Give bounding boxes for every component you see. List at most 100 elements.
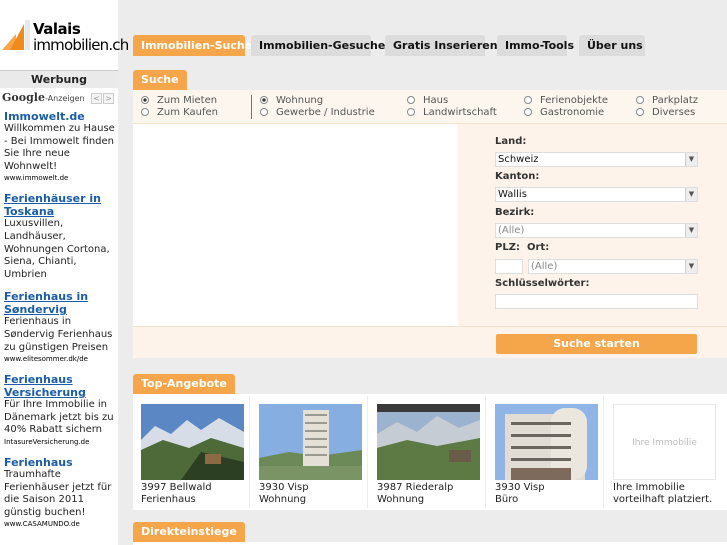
radio-haus[interactable]: Haus [407, 95, 448, 106]
land-label: Land: [495, 136, 527, 147]
tab-immobilien-gesuche[interactable]: Immobilien-Gesuche [251, 35, 385, 56]
radio-icon [141, 108, 149, 116]
kanton-value: Wallis [498, 189, 527, 200]
radio-icon [524, 96, 532, 104]
offer-location: 3930 Visp [259, 482, 309, 493]
ad-url[interactable]: IntasureVersicherung.de [4, 437, 118, 447]
ad-item: Ferienhaus in Søndervig Ferienhaus in Sø… [4, 290, 118, 364]
radio-label: Diverses [652, 107, 696, 118]
ad-url[interactable]: www.CASAMUNDO.de [4, 519, 118, 529]
ad-desc: Willkommen zu Hause - Bei Immowelt finde… [4, 123, 115, 172]
offer-photo [495, 404, 598, 480]
ad-pager: < > [90, 91, 114, 104]
offer-placeholder: Ihre Immobilie [613, 404, 716, 480]
radio-mieten[interactable]: Zum Mieten [141, 95, 217, 106]
google-ads-sub: -Anzeigen [44, 94, 85, 103]
radio-label: Gewerbe / Industrie [276, 107, 375, 118]
chevron-down-icon: ▼ [685, 260, 697, 273]
radio-gastronomie[interactable]: Gastronomie [524, 107, 604, 118]
land-select[interactable]: Schweiz ▼ [495, 152, 698, 167]
ad-title[interactable]: Ferienhaus Versicherung [4, 373, 118, 399]
radio-diverses[interactable]: Diverses [636, 107, 695, 118]
ad-url[interactable]: www.elitesommer.dk/de [4, 354, 118, 364]
offer-photo [259, 404, 362, 480]
tab-immobilien-suche[interactable]: Immobilien-Suche [133, 35, 252, 56]
submit-row: Suche starten [133, 326, 727, 358]
radio-icon [524, 108, 532, 116]
offer-card-advertise[interactable]: Ihre Immobilie Ihre Immobilie vorteilhaf… [605, 396, 722, 508]
search-panel: Zum Mieten Zum Kaufen Wohnung Gewerbe / … [133, 90, 727, 358]
offer-photo [377, 404, 480, 480]
chevron-down-icon: ▼ [685, 153, 697, 166]
search-form: Land: Schweiz ▼ Kanton: Wallis ▼ Bezirk: (… [458, 124, 727, 326]
radio-icon [407, 108, 415, 116]
offer-card[interactable]: 3987 Riederalp Wohnung [369, 396, 486, 508]
tab-immo-tools[interactable]: Immo-Tools [497, 35, 574, 56]
offer-location: 3997 Bellwald [141, 482, 212, 493]
ad-title[interactable]: Ferienhaus [4, 456, 118, 469]
radio-label: Wohnung [276, 95, 324, 106]
ort-label: Ort: [527, 242, 550, 253]
radio-icon [260, 108, 268, 116]
ort-select[interactable]: (Alle) ▼ [528, 259, 698, 274]
radio-parkplatz[interactable]: Parkplatz [636, 95, 698, 106]
ad-title[interactable]: Ferienhaus in Søndervig [4, 290, 118, 316]
tab-ueber-uns[interactable]: Über uns [579, 35, 645, 56]
offer-location: 3987 Riederalp [377, 482, 454, 493]
radio-label: Parkplatz [652, 95, 699, 106]
plz-label: PLZ: [495, 242, 520, 253]
next-arrow-icon[interactable]: > [103, 93, 114, 104]
offer-card[interactable]: 3930 Visp Büro [487, 396, 604, 508]
ad-title[interactable]: Ferienhäuser in Toskana [4, 192, 118, 218]
offer-photo [141, 404, 244, 480]
radio-icon [636, 96, 644, 104]
ad-desc: Ferienhaus in Søndervig Ferienhaus zu gü… [4, 316, 113, 353]
direct-links-heading: Direkteinstiege [133, 522, 245, 542]
bezirk-select[interactable]: (Alle) ▼ [495, 223, 698, 238]
radio-icon [636, 108, 644, 116]
radio-label: Ferienobjekte [540, 95, 608, 106]
google-logo: Google [2, 91, 45, 104]
offer-type: Wohnung [259, 494, 307, 505]
ad-desc: Luxusvillen, Landhäuser, Wohnungen Corto… [4, 218, 110, 280]
prev-arrow-icon[interactable]: < [91, 93, 102, 104]
bezirk-value: (Alle) [498, 225, 525, 236]
ad-item: Ferienhaus Traumhafte Ferienhäuser jetzt… [4, 456, 118, 529]
google-ads-label[interactable]: Google-Anzeigen [2, 91, 85, 104]
ad-item: Immowelt.de Willkommen zu Hause - Bei Im… [4, 110, 118, 183]
radio-checked-icon [260, 96, 268, 104]
ad-item: Ferienhäuser in Toskana Luxusvillen, Lan… [4, 192, 118, 281]
filter-row: Zum Mieten Zum Kaufen Wohnung Gewerbe / … [133, 90, 727, 124]
radio-ferienobjekte[interactable]: Ferienobjekte [524, 95, 608, 106]
radio-label: Gastronomie [540, 107, 605, 118]
site-logo[interactable]: Valais immobilien.ch [0, 18, 129, 54]
radio-label: Zum Kaufen [157, 107, 218, 118]
radio-wohnung[interactable]: Wohnung [260, 95, 323, 106]
keywords-label: Schlüsselwörter: [495, 278, 590, 289]
offer-card[interactable]: 3997 Bellwald Ferienhaus [133, 396, 250, 508]
ort-value: (Alle) [531, 261, 558, 272]
ad-item: Ferienhaus Versicherung Für Ihre Immobil… [4, 373, 118, 447]
offer-card[interactable]: 3930 Visp Wohnung [251, 396, 368, 508]
offer-location: Ihre Immobilie [613, 482, 685, 493]
plz-input[interactable] [495, 259, 523, 274]
radio-landwirtschaft[interactable]: Landwirtschaft [407, 107, 497, 118]
land-value: Schweiz [498, 154, 539, 165]
ad-desc: Traumhafte Ferienhäuser jetzt für die Sa… [4, 468, 112, 518]
radio-label: Landwirtschaft [423, 107, 497, 118]
divider [251, 95, 252, 119]
ad-title[interactable]: Immowelt.de [4, 110, 118, 123]
search-submit-button[interactable]: Suche starten [496, 334, 697, 354]
kanton-select[interactable]: Wallis ▼ [495, 187, 698, 202]
offer-type: vorteilhaft platziert. [613, 494, 713, 505]
kanton-label: Kanton: [495, 171, 540, 182]
radio-kaufen[interactable]: Zum Kaufen [141, 107, 218, 118]
tab-gratis-inserieren[interactable]: Gratis Inserieren [385, 35, 498, 56]
offer-type: Wohnung [377, 494, 425, 505]
logo-line2: immobilien.ch [33, 36, 129, 54]
keywords-input[interactable] [495, 294, 698, 309]
radio-icon [407, 96, 415, 104]
ad-url[interactable]: www.immowelt.de [4, 173, 118, 183]
ad-desc: Für Ihre Immobilie in Dänemark jetzt bis… [4, 399, 114, 436]
radio-gewerbe[interactable]: Gewerbe / Industrie [260, 107, 375, 118]
